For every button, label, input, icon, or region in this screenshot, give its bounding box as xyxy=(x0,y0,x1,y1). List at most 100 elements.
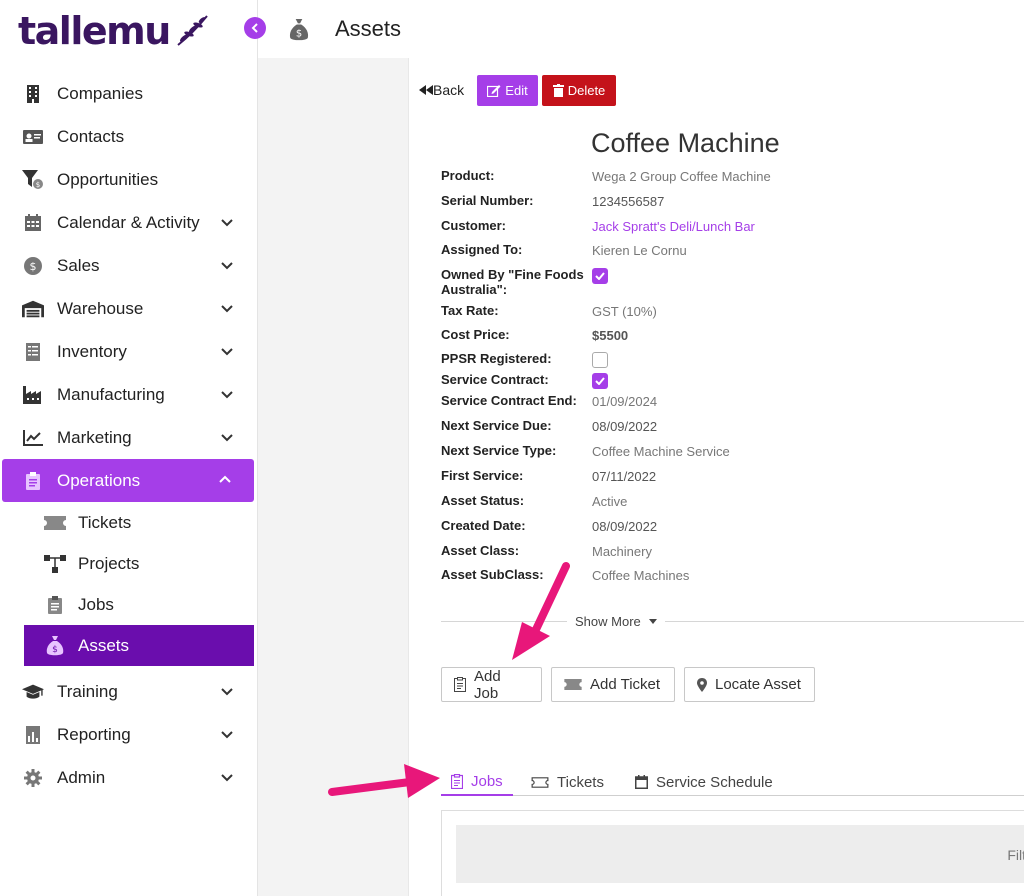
sidebar-item-label: Operations xyxy=(57,470,141,490)
back-button[interactable]: Back xyxy=(419,82,464,98)
sidebar-item-marketing[interactable]: Marketing xyxy=(0,416,258,459)
tab-service-schedule[interactable]: Service Schedule xyxy=(635,768,773,796)
sidebar-item-training[interactable]: Training xyxy=(0,670,258,713)
graduation-cap-icon xyxy=(22,681,44,703)
field-label: Asset Status: xyxy=(441,493,525,508)
chevron-up-icon xyxy=(219,475,231,483)
caret-down-icon xyxy=(648,619,657,624)
field-label: Tax Rate: xyxy=(441,303,499,318)
sidebar-item-calendar-activity[interactable]: Calendar & Activity xyxy=(0,201,258,244)
sidebar-item-contacts[interactable]: Contacts xyxy=(0,115,258,158)
chart-line-icon xyxy=(22,427,44,449)
tab-label: Service Schedule xyxy=(656,773,773,791)
sidebar-subitem-assets[interactable]: $ Assets xyxy=(24,625,254,666)
sidebar-item-sales[interactable]: $ Sales xyxy=(0,244,258,287)
sidebar-item-operations[interactable]: Operations xyxy=(2,459,254,502)
sidebar-item-inventory[interactable]: Inventory xyxy=(0,330,258,373)
owned-by-checkbox[interactable] xyxy=(592,268,608,284)
show-more-label: Show More xyxy=(575,614,641,629)
svg-text:$: $ xyxy=(296,29,302,40)
field-value: 08/09/2022 xyxy=(592,419,658,434)
ticket-icon xyxy=(564,679,582,690)
field-value: GST (10%) xyxy=(592,304,657,319)
locate-asset-label: Locate Asset xyxy=(715,676,801,693)
gear-icon xyxy=(22,767,44,789)
app-root: tallemu Companies Contacts $ Opportuniti… xyxy=(0,0,1024,896)
ppsr-registered-checkbox[interactable] xyxy=(592,352,608,368)
trash-icon xyxy=(552,84,564,97)
record-title: Coffee Machine xyxy=(591,128,780,158)
filter-label: Filt xyxy=(1007,847,1024,863)
sidebar-item-label: Admin xyxy=(57,767,106,787)
logo-text: tallemu xyxy=(18,9,171,53)
chevron-down-icon xyxy=(221,219,233,227)
sidebar-item-label: Tickets xyxy=(78,512,132,532)
chevron-down-icon xyxy=(221,305,233,313)
add-job-button[interactable]: Add Job xyxy=(441,667,542,702)
svg-text:$: $ xyxy=(30,260,37,273)
clipboard-list-icon xyxy=(44,594,66,616)
checkmark-icon xyxy=(595,272,605,280)
leaf-logo-icon xyxy=(177,15,208,46)
add-ticket-button[interactable]: Add Ticket xyxy=(551,667,675,702)
service-contract-checkbox[interactable] xyxy=(592,373,608,389)
add-ticket-label: Add Ticket xyxy=(590,676,661,693)
sidebar-item-warehouse[interactable]: Warehouse xyxy=(0,287,258,330)
sidebar-nav: Companies Contacts $ Opportunities Calen… xyxy=(0,72,258,799)
sidebar-item-admin[interactable]: Admin xyxy=(0,756,258,799)
filter-bar[interactable]: Filt xyxy=(456,825,1024,883)
sidebar-item-manufacturing[interactable]: Manufacturing xyxy=(0,373,258,416)
sidebar-item-label: Marketing xyxy=(57,427,132,447)
delete-button[interactable]: Delete xyxy=(542,75,616,106)
sidebar-subitem-tickets[interactable]: Tickets xyxy=(0,502,258,543)
delete-label: Delete xyxy=(567,83,606,98)
locate-asset-button[interactable]: Locate Asset xyxy=(684,667,815,702)
back-label: Back xyxy=(433,82,465,98)
money-bag-icon: $ xyxy=(289,19,309,41)
chevron-down-icon xyxy=(221,731,233,739)
map-pin-icon xyxy=(697,677,707,692)
field-label: Service Contract: xyxy=(441,372,549,387)
field-label: Serial Number: xyxy=(441,193,534,208)
clipboard-icon xyxy=(22,470,44,492)
field-value: Machinery xyxy=(592,544,652,559)
field-label: Next Service Due: xyxy=(441,418,552,433)
tab-jobs[interactable]: Jobs xyxy=(441,768,513,796)
chevron-down-icon xyxy=(221,262,233,270)
edit-button[interactable]: Edit xyxy=(477,75,538,106)
sidebar-subitem-jobs[interactable]: Jobs xyxy=(0,584,258,625)
sidebar-item-label: Calendar & Activity xyxy=(57,212,200,232)
sidebar-item-label: Training xyxy=(57,681,118,701)
field-label: Service Contract End: xyxy=(441,393,577,408)
sidebar-item-label: Warehouse xyxy=(57,298,144,318)
asset-detail-panel: Back Edit Delete Coffee Machine Product:… xyxy=(408,58,1024,896)
tab-tickets[interactable]: Tickets xyxy=(531,768,604,796)
sidebar-item-reporting[interactable]: Reporting xyxy=(0,713,258,756)
sidebar-subitem-projects[interactable]: Projects xyxy=(0,543,258,584)
field-value: 07/11/2022 xyxy=(592,469,657,484)
sidebar-item-opportunities[interactable]: $ Opportunities xyxy=(0,158,258,201)
field-label: Product: xyxy=(441,168,495,183)
show-more-toggle[interactable]: Show More xyxy=(567,614,665,629)
chevron-left-icon xyxy=(251,23,258,33)
tab-label: Jobs xyxy=(471,772,503,790)
customer-link[interactable]: Jack Spratt's Deli/Lunch Bar xyxy=(592,219,755,234)
page-title: Assets xyxy=(335,16,402,41)
add-job-label: Add Job xyxy=(473,667,501,702)
sidebar-item-companies[interactable]: Companies xyxy=(0,72,258,115)
field-label: Customer: xyxy=(441,218,507,233)
sidebar-item-label: Companies xyxy=(57,83,143,103)
jobs-list: Filt xyxy=(441,810,1024,896)
collapse-sidebar-button[interactable] xyxy=(244,17,266,39)
field-label: Cost Price: xyxy=(441,327,510,342)
warehouse-icon xyxy=(22,298,44,320)
field-label: Asset SubClass: xyxy=(441,567,544,582)
clipboard-list-icon xyxy=(451,773,463,789)
dollar-coin-icon: $ xyxy=(22,255,44,277)
sidebar-item-label: Manufacturing xyxy=(57,384,165,404)
field-value: 01/09/2024 xyxy=(592,394,658,409)
building-icon xyxy=(22,83,44,105)
field-label: Next Service Type: xyxy=(441,443,557,458)
svg-text:$: $ xyxy=(52,645,58,655)
logo[interactable]: tallemu xyxy=(18,8,210,54)
